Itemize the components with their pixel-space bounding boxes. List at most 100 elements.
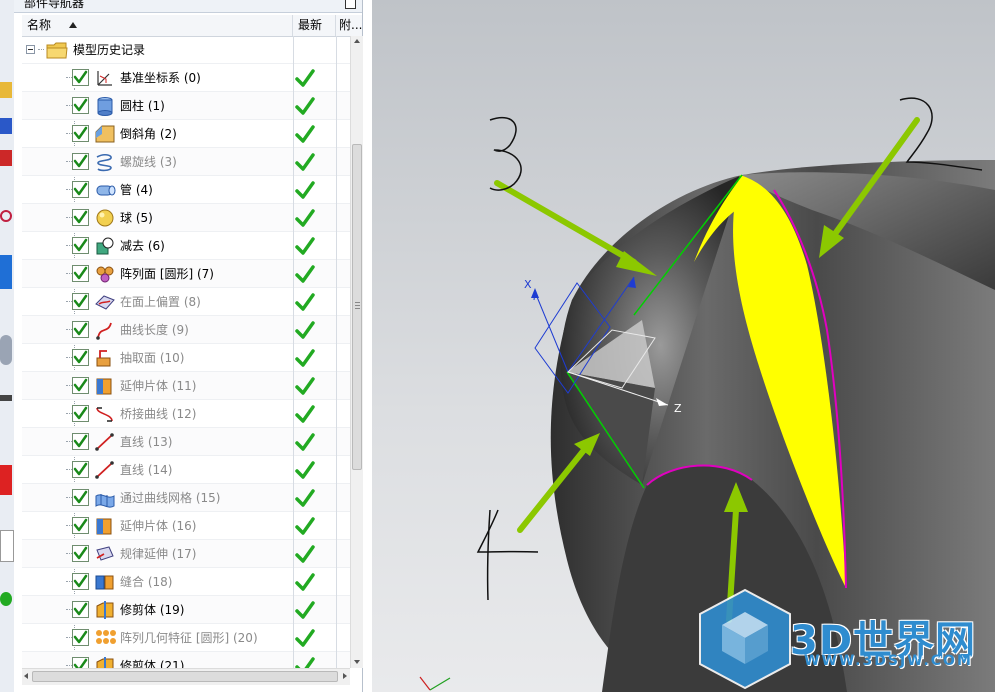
extract-face-icon — [96, 350, 111, 367]
subtract-icon — [96, 237, 114, 255]
feature-visibility-checkbox[interactable] — [72, 265, 89, 282]
blue-tool-icon[interactable] — [0, 118, 12, 134]
vertical-scroll-thumb[interactable] — [352, 144, 362, 470]
feature-visibility-checkbox[interactable] — [72, 461, 89, 478]
feature-row[interactable]: 管 (4) — [22, 176, 350, 204]
feature-visibility-checkbox[interactable] — [72, 209, 89, 226]
feature-row[interactable]: 修剪体 (19) — [22, 596, 350, 624]
left-resource-bar — [0, 0, 15, 692]
feature-label: 螺旋线 (3) — [120, 155, 177, 169]
clock-tool-icon[interactable] — [0, 335, 12, 365]
horizontal-scrollbar[interactable] — [22, 668, 350, 685]
up-to-date-check-icon — [294, 179, 316, 201]
feature-row[interactable]: 螺旋线 (3) — [22, 148, 350, 176]
sew-icon — [95, 575, 114, 590]
feature-visibility-checkbox[interactable] — [72, 69, 89, 86]
assembly-tool-icon[interactable] — [0, 255, 12, 289]
feature-row[interactable]: 阵列面 [圆形] (7) — [22, 260, 350, 288]
feature-visibility-checkbox[interactable] — [72, 237, 89, 254]
feature-visibility-checkbox[interactable] — [72, 181, 89, 198]
feature-row[interactable]: 直线 (14) — [22, 456, 350, 484]
feature-visibility-checkbox[interactable] — [72, 573, 89, 590]
column-divider — [336, 36, 337, 668]
feature-row[interactable]: 倒斜角 (2) — [22, 120, 350, 148]
feature-visibility-checkbox[interactable] — [72, 293, 89, 310]
red-tool-icon[interactable] — [0, 150, 12, 166]
pin-icon[interactable] — [345, 0, 356, 9]
scroll-right-icon[interactable] — [343, 673, 347, 679]
watermark-url: WWW.3DSJW.COM — [804, 653, 973, 669]
curve-mesh-icon — [95, 494, 115, 508]
bridge-curve-icon — [96, 407, 113, 422]
feature-row[interactable]: 桥接曲线 (12) — [22, 400, 350, 428]
line-icon — [95, 461, 114, 479]
feature-visibility-checkbox[interactable] — [72, 321, 89, 338]
feature-row[interactable]: 曲线长度 (9) — [22, 316, 350, 344]
extend-sheet-icon — [96, 518, 112, 535]
record-icon[interactable] — [0, 210, 12, 222]
x-axis-label: X — [524, 278, 532, 291]
feature-row[interactable]: 基准坐标系 (0) — [22, 64, 350, 92]
feature-label: 通过曲线网格 (15) — [120, 491, 221, 505]
feature-visibility-checkbox[interactable] — [72, 601, 89, 618]
feature-row[interactable]: 规律延伸 (17) — [22, 540, 350, 568]
link-tool-icon[interactable] — [0, 395, 12, 401]
folder-tool-icon[interactable] — [0, 82, 12, 98]
feature-visibility-checkbox[interactable] — [72, 377, 89, 394]
cylinder-icon — [97, 97, 113, 116]
feature-visibility-checkbox[interactable] — [72, 349, 89, 366]
feature-row[interactable]: 抽取面 (10) — [22, 344, 350, 372]
pattern-face-icon — [96, 266, 114, 283]
feature-row[interactable]: 通过曲线网格 (15) — [22, 484, 350, 512]
feature-label: 延伸片体 (11) — [120, 379, 197, 393]
feature-visibility-checkbox[interactable] — [72, 125, 89, 142]
feature-label: 修剪体 (21) — [120, 659, 185, 668]
feature-row[interactable]: 直线 (13) — [22, 428, 350, 456]
collapse-toggle-icon[interactable] — [26, 45, 35, 54]
feature-visibility-checkbox[interactable] — [72, 545, 89, 562]
attach-column-header[interactable]: 附... — [336, 15, 362, 36]
feature-row[interactable]: 延伸片体 (16) — [22, 512, 350, 540]
feature-row[interactable]: 延伸片体 (11) — [22, 372, 350, 400]
horizontal-scroll-thumb[interactable] — [32, 671, 338, 682]
name-column-header[interactable]: 名称 — [22, 15, 293, 36]
feature-row[interactable]: 球 (5) — [22, 204, 350, 232]
feature-label: 倒斜角 (2) — [120, 127, 177, 141]
handwritten-3 — [489, 116, 522, 191]
feature-row[interactable]: 缝合 (18) — [22, 568, 350, 596]
feature-visibility-checkbox[interactable] — [72, 97, 89, 114]
globe-tool-icon[interactable] — [0, 592, 12, 606]
feature-visibility-checkbox[interactable] — [72, 489, 89, 506]
pattern-geometry-icon — [96, 630, 116, 644]
scroll-down-icon[interactable] — [354, 660, 360, 664]
helix-icon — [96, 153, 112, 172]
feature-visibility-checkbox[interactable] — [72, 629, 89, 646]
tree-root-row[interactable]: 模型历史记录 — [22, 36, 350, 64]
up-to-date-check-icon — [294, 431, 316, 453]
annotation-arrow-3 — [494, 180, 637, 265]
up-to-date-check-icon — [294, 627, 316, 649]
vertical-scrollbar[interactable] — [350, 36, 363, 668]
list-tool-icon[interactable] — [0, 530, 14, 562]
feature-visibility-checkbox[interactable] — [72, 405, 89, 422]
feature-row[interactable]: 减去 (6) — [22, 232, 350, 260]
latest-column-header[interactable]: 最新 — [293, 15, 336, 36]
feature-visibility-checkbox[interactable] — [72, 153, 89, 170]
scroll-left-icon[interactable] — [24, 673, 28, 679]
report-tool-icon[interactable] — [0, 465, 12, 495]
feature-visibility-checkbox[interactable] — [72, 433, 89, 450]
feature-row[interactable]: 在面上偏置 (8) — [22, 288, 350, 316]
scroll-up-icon[interactable] — [354, 39, 360, 43]
feature-label: 直线 (14) — [120, 463, 173, 477]
folder-icon — [46, 42, 68, 59]
panel-title: 部件导航器 — [24, 0, 85, 10]
view-triad — [419, 676, 451, 691]
feature-label: 桥接曲线 (12) — [120, 407, 197, 421]
feature-row[interactable]: 阵列几何特征 [圆形] (20) — [22, 624, 350, 652]
feature-visibility-checkbox[interactable] — [72, 657, 89, 668]
feature-row[interactable]: 修剪体 (21) — [22, 652, 350, 668]
graphics-viewport[interactable]: Z X 3D世界网 WWW.3DSJW.COM — [372, 0, 995, 692]
feature-row[interactable]: 圆柱 (1) — [22, 92, 350, 120]
feature-visibility-checkbox[interactable] — [72, 517, 89, 534]
up-to-date-check-icon — [294, 599, 316, 621]
